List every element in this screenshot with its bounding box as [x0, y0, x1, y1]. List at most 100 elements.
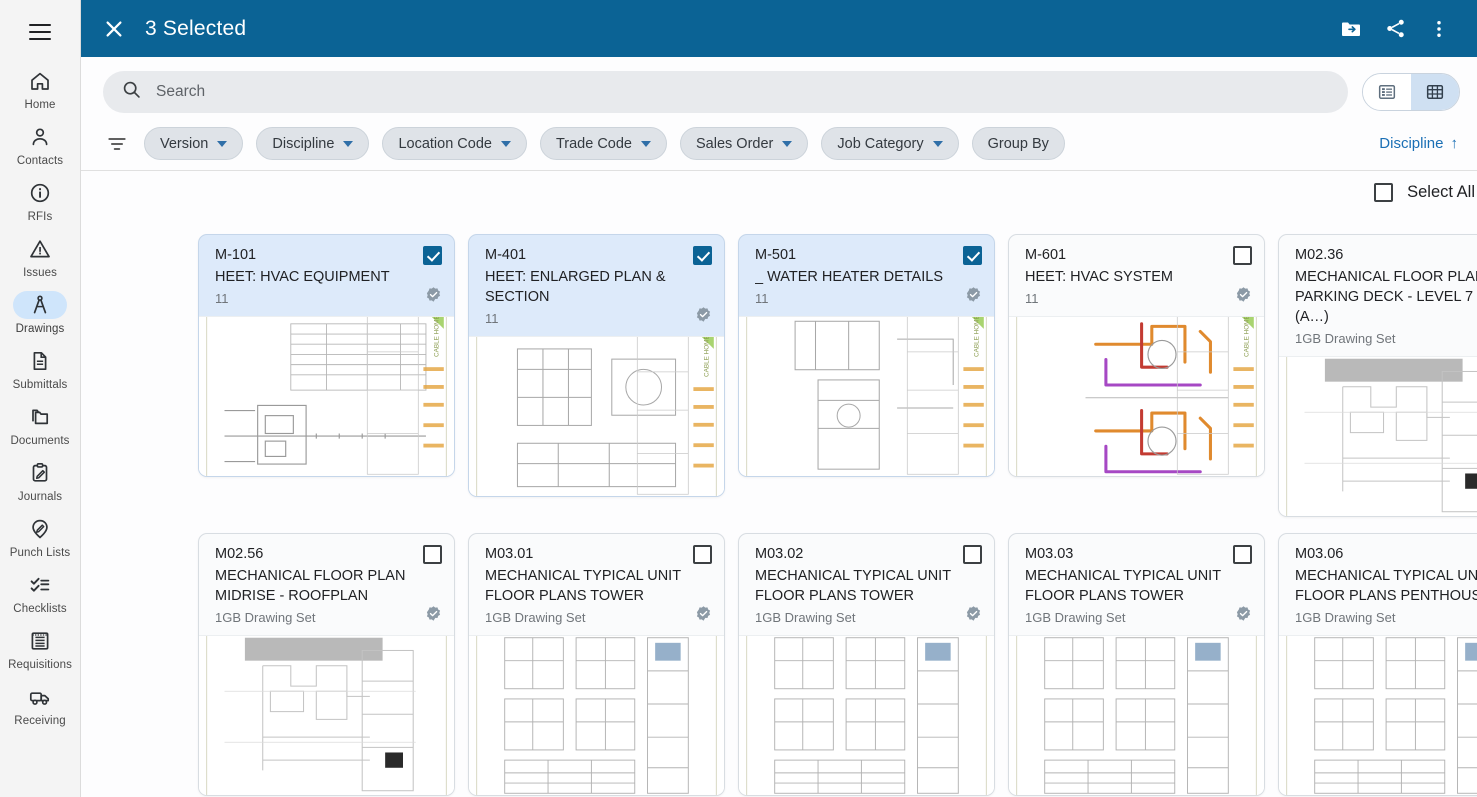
- more-vertical-icon[interactable]: [1419, 9, 1459, 49]
- drawing-card[interactable]: M03.02 MECHANICAL TYPICAL UNIT FLOOR PLAN…: [738, 533, 995, 796]
- drawing-card-wrapper: M-601 HEET: HVAC SYSTEM 11 CABLE HOME: [999, 226, 1269, 525]
- svg-text:CABLE HOME: CABLE HOME: [434, 317, 441, 357]
- filter-row: Version Discipline Location Code Trade Code…: [81, 123, 1477, 170]
- drawing-card[interactable]: M-401 HEET: ENLARGED PLAN & SECTION 11 CAB…: [468, 234, 725, 497]
- drawing-card-actions: [693, 246, 712, 328]
- sidebar-item-issues[interactable]: Issues: [4, 230, 76, 286]
- close-icon[interactable]: [97, 12, 131, 46]
- sidebar-item-documents[interactable]: Documents: [4, 398, 76, 454]
- warning-triangle-icon: [13, 235, 67, 263]
- drawing-thumbnail[interactable]: CABLE HOME: [1009, 316, 1264, 476]
- filter-chip-group-by[interactable]: Group By: [971, 127, 1065, 160]
- verified-badge-icon: [425, 286, 442, 308]
- drawing-card-checkbox[interactable]: [963, 545, 982, 564]
- drawing-title: HEET: HVAC SYSTEM: [1025, 269, 1173, 285]
- view-toggle: [1362, 73, 1460, 111]
- sidebar-item-drawings[interactable]: Drawings: [4, 286, 76, 342]
- sidebar-item-home[interactable]: Home: [4, 62, 76, 118]
- drawing-card-checkbox[interactable]: [693, 246, 712, 265]
- drawing-card-meta: M-401 HEET: ENLARGED PLAN & SECTION 11: [485, 246, 685, 328]
- sort-field-label: Discipline: [1379, 135, 1444, 152]
- folder-move-icon[interactable]: [1331, 9, 1371, 49]
- drawing-card-wrapper: M02.56 MECHANICAL FLOOR PLAN MIDRISE - RO…: [189, 525, 459, 797]
- sidebar-item-contacts[interactable]: Contacts: [4, 118, 76, 174]
- drawing-card-grid: M-101 HEET: HVAC EQUIPMENT 11 CABLE HOME M…: [81, 226, 1477, 797]
- drawing-card-checkbox[interactable]: [423, 246, 442, 265]
- sidebar-item-journals[interactable]: Journals: [4, 454, 76, 510]
- list-view-icon[interactable]: [1363, 74, 1411, 110]
- drawing-card-checkbox[interactable]: [1233, 246, 1252, 265]
- sort-link[interactable]: Discipline ↑: [1379, 135, 1460, 152]
- drawing-card[interactable]: M02.36 MECHANICAL FLOOR PLAN PARKING DECK…: [1278, 234, 1477, 517]
- drawing-thumbnail[interactable]: [1279, 635, 1477, 795]
- drawing-card-meta: M-501 _ WATER HEATER DETAILS 11: [755, 246, 955, 308]
- grid-view-icon[interactable]: [1411, 74, 1459, 110]
- drawing-grid-scroll[interactable]: M-101 HEET: HVAC EQUIPMENT 11 CABLE HOME M…: [81, 214, 1477, 797]
- search-input[interactable]: [156, 83, 1330, 101]
- drawing-thumbnail[interactable]: [1009, 635, 1264, 795]
- checklist-icon: [13, 571, 67, 599]
- drawing-card-meta: M03.01 MECHANICAL TYPICAL UNIT FLOOR PLAN…: [485, 545, 685, 627]
- drawing-card-meta: M03.02 MECHANICAL TYPICAL UNIT FLOOR PLAN…: [755, 545, 955, 627]
- selection-toolbar: 3 Selected: [81, 0, 1477, 57]
- verified-badge-icon: [1235, 605, 1252, 627]
- drawing-card-checkbox[interactable]: [423, 545, 442, 564]
- drawing-card-actions: [963, 246, 982, 308]
- filter-chip-version[interactable]: Version: [144, 127, 244, 160]
- drawing-card-checkbox[interactable]: [1233, 545, 1252, 564]
- drawing-thumbnail[interactable]: [199, 635, 454, 795]
- sidebar-item-checklists[interactable]: Checklists: [4, 566, 76, 622]
- filter-chip-label: Location Code: [398, 135, 492, 152]
- sidebar-item-rfis[interactable]: RFIs: [4, 174, 76, 230]
- info-circle-icon: [13, 179, 67, 207]
- hamburger-icon[interactable]: [20, 12, 60, 52]
- filter-chip-trade-code[interactable]: Trade Code: [539, 127, 667, 160]
- drawing-title: MECHANICAL FLOOR PLAN PARKING DECK - LEV…: [1295, 269, 1477, 325]
- drawing-card[interactable]: M02.56 MECHANICAL FLOOR PLAN MIDRISE - RO…: [198, 533, 455, 796]
- filter-chip-job-category[interactable]: Job Category: [821, 127, 959, 160]
- drawing-card-checkbox[interactable]: [963, 246, 982, 265]
- drawing-number: M-101: [215, 247, 257, 263]
- drawing-card[interactable]: M03.03 MECHANICAL TYPICAL UNIT FLOOR PLAN…: [1008, 533, 1265, 796]
- drawing-thumbnail[interactable]: [739, 635, 994, 795]
- drawing-title: MECHANICAL TYPICAL UNIT FLOOR PLANS TOWE…: [1025, 568, 1221, 604]
- drawing-card-meta: M02.36 MECHANICAL FLOOR PLAN PARKING DECK…: [1295, 246, 1477, 348]
- drawing-subtitle: 1GB Drawing Set: [1025, 610, 1126, 625]
- drawing-card-header: M03.02 MECHANICAL TYPICAL UNIT FLOOR PLAN…: [739, 534, 994, 635]
- drawing-card[interactable]: M03.06 MECHANICAL TYPICAL UNIT FLOOR PLAN…: [1278, 533, 1477, 796]
- svg-text:CABLE HOME: CABLE HOME: [974, 317, 981, 357]
- drawing-card-actions: [693, 545, 712, 627]
- drawing-subtitle: 1GB Drawing Set: [215, 610, 316, 625]
- sidebar-item-submittals[interactable]: Submittals: [4, 342, 76, 398]
- select-all-row: Select All: [81, 170, 1477, 214]
- share-icon[interactable]: [1375, 9, 1415, 49]
- filter-chip-location-code[interactable]: Location Code: [382, 127, 527, 160]
- chevron-down-icon: [500, 140, 511, 147]
- drawing-title: MECHANICAL FLOOR PLAN MIDRISE - ROOFPLAN: [215, 568, 406, 604]
- sidebar-item-punch-lists[interactable]: Punch Lists: [4, 510, 76, 566]
- filter-chip-sales-order[interactable]: Sales Order: [680, 127, 809, 160]
- drawing-card[interactable]: M-601 HEET: HVAC SYSTEM 11 CABLE HOME: [1008, 234, 1265, 477]
- drawing-thumbnail[interactable]: CABLE HOME: [199, 316, 454, 476]
- drawing-title: HEET: HVAC EQUIPMENT: [215, 269, 390, 285]
- filter-chip-list: Version Discipline Location Code Trade Code…: [144, 127, 1065, 160]
- drawing-thumbnail[interactable]: [1279, 356, 1477, 516]
- select-all-checkbox[interactable]: [1374, 183, 1394, 202]
- sidebar-item-requisitions[interactable]: Requisitions: [4, 622, 76, 678]
- sidebar-item-receiving[interactable]: Receiving: [4, 678, 76, 734]
- verified-badge-icon: [1235, 286, 1252, 308]
- drawing-card[interactable]: M-101 HEET: HVAC EQUIPMENT 11 CABLE HOME: [198, 234, 455, 477]
- search-box[interactable]: [103, 71, 1348, 113]
- filter-chip-discipline[interactable]: Discipline: [256, 127, 370, 160]
- filter-chip-label: Trade Code: [555, 135, 632, 152]
- drawing-thumbnail[interactable]: CABLE HOME: [469, 336, 724, 496]
- drawing-number: M03.02: [755, 546, 804, 562]
- drawing-thumbnail[interactable]: CABLE HOME: [739, 316, 994, 476]
- drawing-card-header: M-401 HEET: ENLARGED PLAN & SECTION 11: [469, 235, 724, 336]
- filter-icon[interactable]: [103, 133, 131, 155]
- drawing-card-checkbox[interactable]: [693, 545, 712, 564]
- drawing-card[interactable]: M03.01 MECHANICAL TYPICAL UNIT FLOOR PLAN…: [468, 533, 725, 796]
- drawing-card[interactable]: M-501 _ WATER HEATER DETAILS 11 CABLE HOME: [738, 234, 995, 477]
- tag-pen-icon: [13, 515, 67, 543]
- drawing-thumbnail[interactable]: [469, 635, 724, 795]
